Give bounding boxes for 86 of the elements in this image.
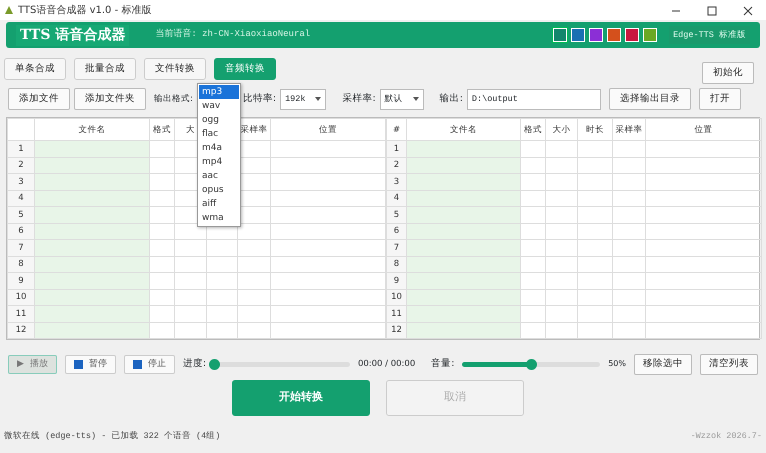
column-header[interactable]: 采样率 bbox=[612, 118, 646, 141]
column-header[interactable]: 时长 bbox=[578, 118, 612, 141]
column-header[interactable]: 文件名 bbox=[34, 118, 150, 141]
row-number: 5 bbox=[386, 206, 406, 224]
version-text: -Wzzok 2026.7- bbox=[690, 430, 762, 442]
column-header[interactable]: 位置 bbox=[646, 118, 762, 141]
color-swatch[interactable] bbox=[571, 28, 586, 42]
pause-button[interactable]: 暂停 bbox=[64, 354, 116, 374]
row-number: 2 bbox=[8, 157, 34, 174]
tab[interactable]: 文件转换 bbox=[144, 58, 206, 80]
menu-item[interactable]: wav bbox=[199, 99, 239, 113]
stop-button[interactable]: 停止 bbox=[124, 354, 175, 374]
row-number: 4 bbox=[386, 190, 406, 207]
row-number: 7 bbox=[386, 240, 406, 256]
row-number: 6 bbox=[8, 223, 34, 240]
play-icon: ▶ bbox=[17, 358, 24, 372]
menu-item[interactable]: aac bbox=[199, 169, 239, 183]
column-header[interactable]: 位置 bbox=[270, 118, 386, 141]
add-file-button[interactable]: 添加文件 bbox=[8, 88, 70, 110]
slider-thumb[interactable] bbox=[526, 358, 538, 370]
row-number: 8 bbox=[386, 256, 406, 273]
reset-button[interactable]: 初始化 bbox=[702, 62, 754, 84]
column-header[interactable]: 文件名 bbox=[406, 118, 520, 141]
format-dropdown[interactable]: mp3 wav ogg flac m4a mp4 aac opus aiff wma bbox=[197, 83, 241, 227]
app-icon bbox=[4, 5, 14, 15]
time-text: 00:00 / 00:00 bbox=[358, 358, 416, 371]
bitrate-label: 比特率: bbox=[242, 92, 276, 106]
row-number: 2 bbox=[386, 157, 406, 174]
choose-dir-button[interactable]: 选择输出目录 bbox=[608, 88, 691, 110]
column-header[interactable]: # bbox=[386, 118, 406, 141]
volume-reading: 50% bbox=[608, 358, 626, 370]
row-number: 6 bbox=[386, 223, 406, 240]
slider-thumb[interactable] bbox=[209, 358, 220, 370]
row-number: 10 bbox=[8, 289, 34, 306]
output-label: 输出: bbox=[440, 92, 463, 106]
row-number: 8 bbox=[8, 256, 34, 273]
row-number: 1 bbox=[8, 140, 34, 158]
row-number: 12 bbox=[386, 322, 406, 339]
progress-label: 进度: bbox=[182, 357, 206, 372]
menu-item[interactable]: aiff bbox=[199, 197, 239, 211]
remove-selected-button[interactable]: 移除选中 bbox=[634, 354, 692, 374]
tab[interactable]: 批量合成 bbox=[74, 58, 136, 80]
menu-item[interactable]: opus bbox=[199, 183, 239, 197]
app-logo: TTS 语音合成器 bbox=[16, 24, 130, 46]
add-folder-button[interactable]: 添加文件夹 bbox=[74, 88, 146, 110]
bitrate-select[interactable]: 192k bbox=[280, 88, 326, 110]
row-number: 3 bbox=[386, 174, 406, 190]
row-number: 3 bbox=[8, 174, 34, 190]
menu-item[interactable]: mp3 bbox=[199, 85, 239, 99]
volume-label: 音量: bbox=[431, 357, 454, 372]
color-swatch[interactable] bbox=[643, 28, 658, 42]
row-number: 11 bbox=[8, 306, 34, 322]
column-header[interactable]: 格式 bbox=[150, 118, 174, 141]
column-header[interactable]: 格式 bbox=[520, 118, 546, 141]
voice-label: 当前语音: zh-CN-XiaoxiaoNeural bbox=[155, 28, 310, 42]
color-swatch[interactable] bbox=[607, 28, 622, 42]
status-text: 微软在线 (edge-tts) - 已加载 322 个语音 (4组) bbox=[4, 430, 220, 442]
open-button[interactable]: 打开 bbox=[698, 88, 741, 110]
window-title: TTS语音合成器 v1.0 - 标准版 bbox=[18, 4, 152, 18]
output-field[interactable]: D:\output bbox=[466, 88, 601, 110]
row-number: 9 bbox=[8, 272, 34, 290]
column-header[interactable]: 大小 bbox=[546, 118, 578, 141]
samplerate-label: 采样率: bbox=[342, 92, 376, 106]
row-number: 5 bbox=[8, 206, 34, 224]
samplerate-select[interactable]: 默认 bbox=[380, 88, 424, 110]
edition-badge: Edge-TTS 标准版 bbox=[669, 26, 750, 44]
menu-item[interactable]: mp4 bbox=[199, 155, 239, 169]
color-swatch[interactable] bbox=[625, 28, 640, 42]
row-number: 10 bbox=[386, 289, 406, 306]
format-label: 输出格式: bbox=[154, 92, 193, 106]
tab[interactable]: 单条合成 bbox=[4, 58, 66, 80]
row-number: 7 bbox=[8, 240, 34, 256]
stop-icon bbox=[132, 360, 142, 369]
color-swatch[interactable] bbox=[553, 28, 568, 42]
row-number: 11 bbox=[386, 306, 406, 322]
row-number: 12 bbox=[8, 322, 34, 339]
color-swatch[interactable] bbox=[589, 28, 604, 42]
row-number: 1 bbox=[386, 140, 406, 158]
pause-icon bbox=[74, 360, 83, 369]
clear-list-button[interactable]: 清空列表 bbox=[700, 354, 758, 374]
caret-icon bbox=[315, 97, 322, 102]
menu-item[interactable]: m4a bbox=[199, 141, 239, 155]
caret-icon bbox=[412, 97, 419, 102]
menu-item[interactable]: wma bbox=[199, 211, 239, 225]
row-number: 4 bbox=[8, 190, 34, 207]
row-number: 9 bbox=[386, 272, 406, 290]
